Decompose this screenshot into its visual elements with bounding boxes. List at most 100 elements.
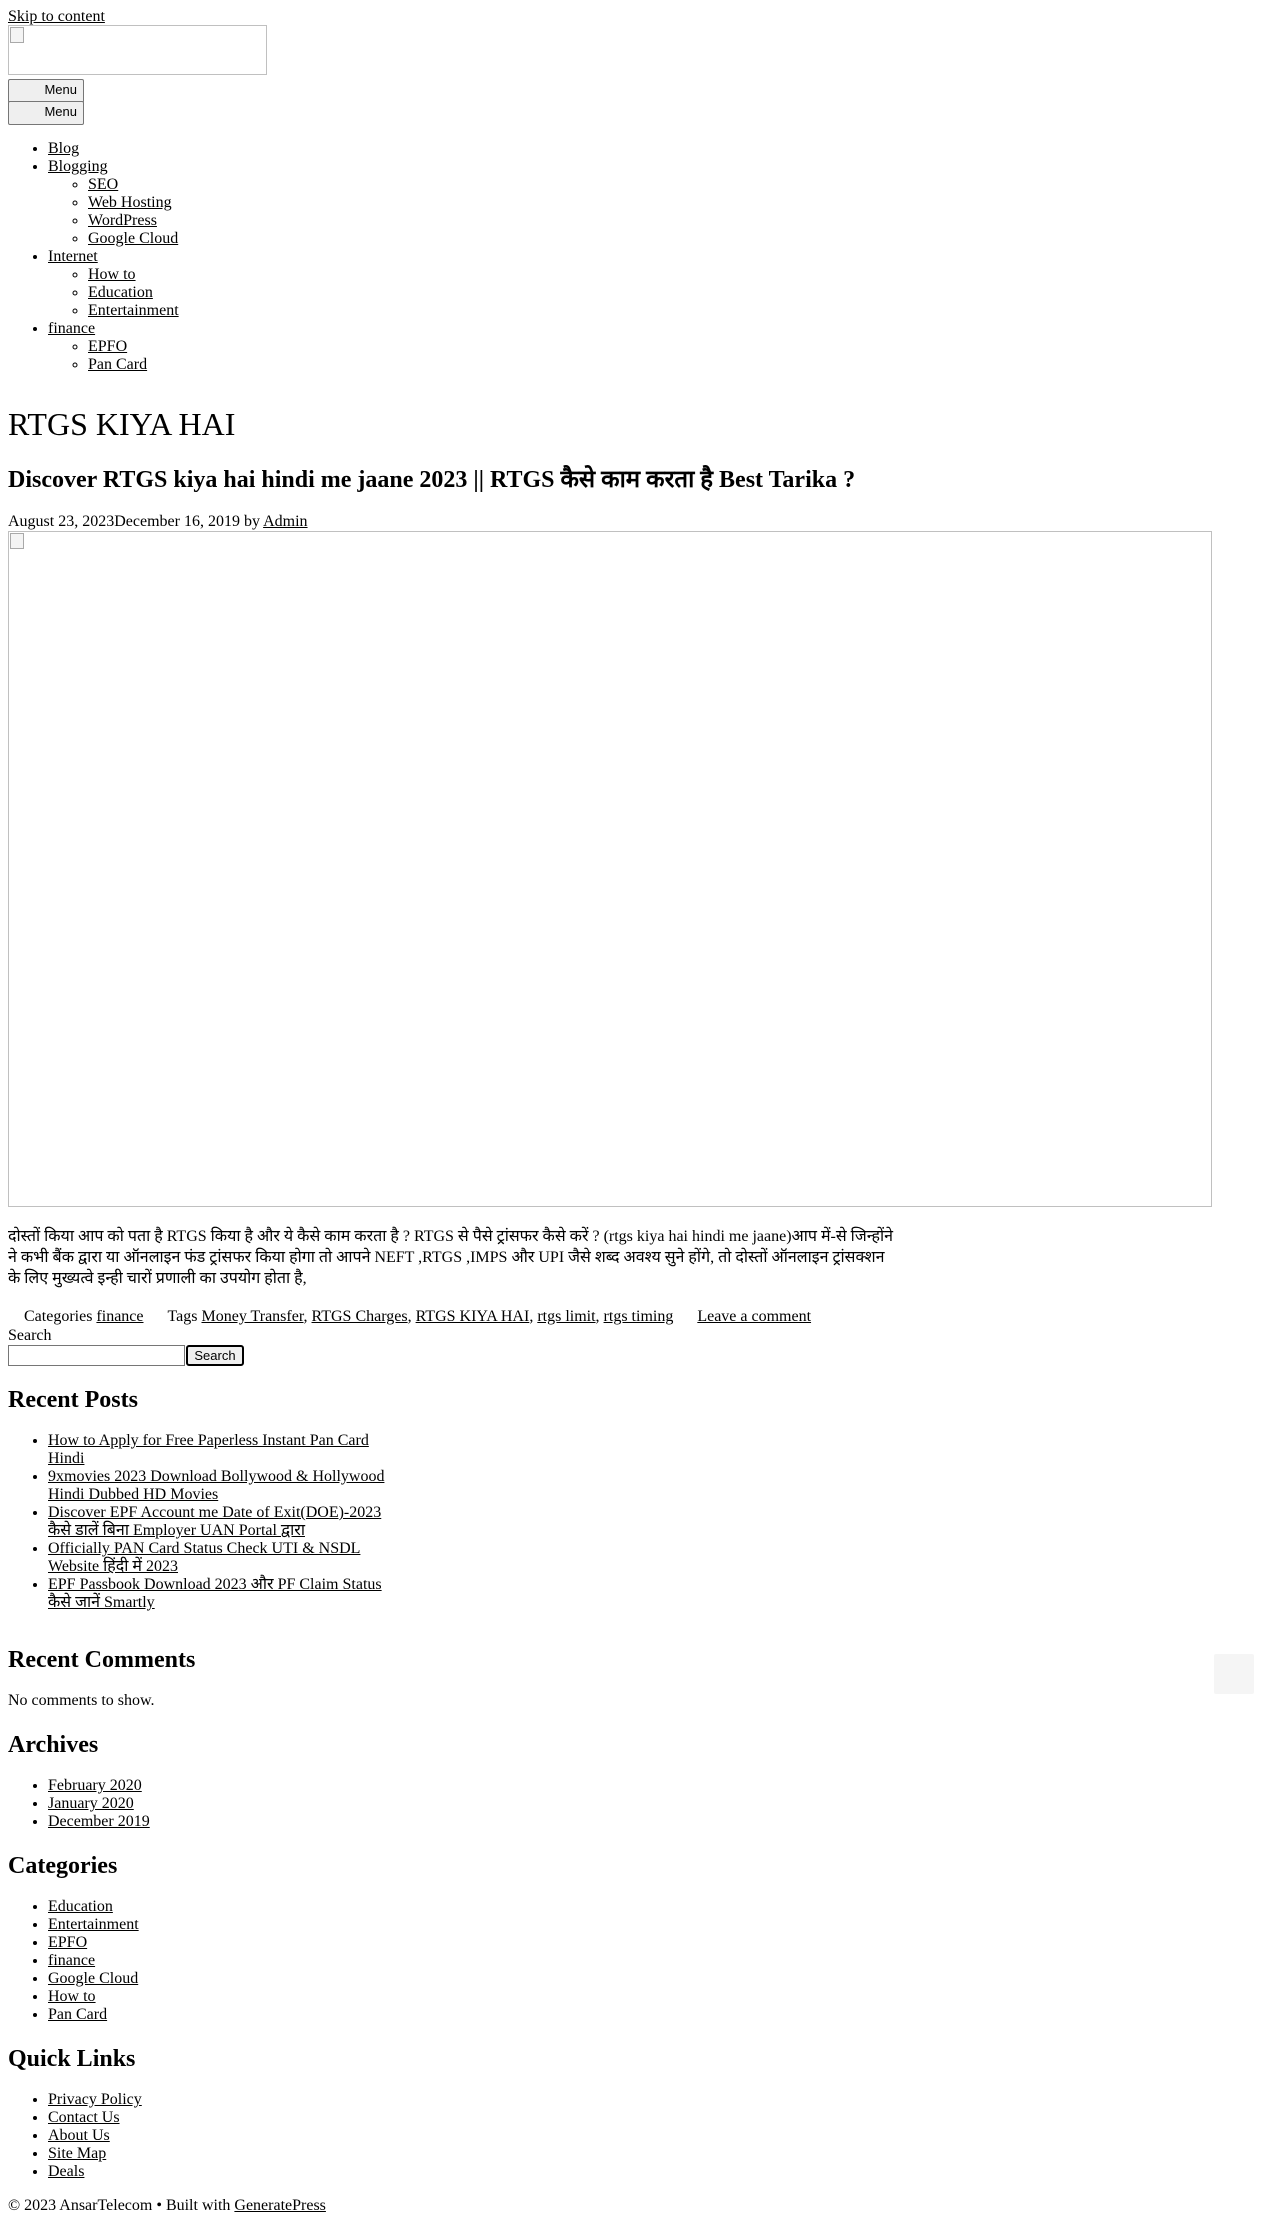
quick-link[interactable]: Site Map bbox=[48, 2145, 106, 2162]
recent-post-link[interactable]: 9xmovies 2023 Download Bollywood & Holly… bbox=[48, 1468, 393, 1504]
site-footer: © 2023 AnsarTelecom • Built with Generat… bbox=[8, 2197, 326, 2215]
list-item: 9xmovies 2023 Download Bollywood & Holly… bbox=[48, 1468, 393, 1504]
quick-link[interactable]: Contact Us bbox=[48, 2109, 120, 2126]
submenu-internet: How to Education Entertainment bbox=[48, 266, 179, 320]
back-to-top-button[interactable] bbox=[1214, 1654, 1254, 1694]
skip-to-content-link[interactable]: Skip to content bbox=[8, 8, 105, 26]
nav-link-seo[interactable]: SEO bbox=[88, 176, 118, 193]
recent-post-link[interactable]: Discover EPF Account me Date of Exit(DOE… bbox=[48, 1504, 393, 1540]
archive-link[interactable]: February 2020 bbox=[48, 1777, 142, 1794]
nav-item-google-cloud: Google Cloud bbox=[88, 230, 179, 248]
nav-link-google-cloud[interactable]: Google Cloud bbox=[88, 230, 178, 247]
nav-link-how-to[interactable]: How to bbox=[88, 266, 136, 283]
nav-item-pan-card: Pan Card bbox=[88, 356, 179, 374]
archive-link[interactable]: December 2019 bbox=[48, 1813, 150, 1830]
list-item: Entertainment bbox=[48, 1916, 139, 1934]
nav-link-entertainment[interactable]: Entertainment bbox=[88, 302, 179, 319]
list-item: About Us bbox=[48, 2127, 142, 2145]
archives-list: February 2020 January 2020 December 2019 bbox=[8, 1777, 150, 1831]
search-input[interactable] bbox=[8, 1345, 185, 1366]
nav-link-web-hosting[interactable]: Web Hosting bbox=[88, 194, 172, 211]
list-item: Education bbox=[48, 1898, 139, 1916]
nav-link-internet[interactable]: Internet bbox=[48, 248, 98, 265]
nav-link-finance[interactable]: finance bbox=[48, 320, 95, 337]
list-item: Officially PAN Card Status Check UTI & N… bbox=[48, 1540, 393, 1576]
list-item: February 2020 bbox=[48, 1777, 150, 1795]
nav-item-wordpress: WordPress bbox=[88, 212, 179, 230]
archive-title: RTGS KIYA HAI bbox=[8, 406, 236, 442]
tags-label: Tags bbox=[167, 1308, 198, 1325]
nav-item-finance: finance EPFO Pan Card bbox=[48, 320, 179, 374]
tag-link[interactable]: rtgs timing bbox=[604, 1308, 674, 1325]
recent-post-link[interactable]: How to Apply for Free Paperless Instant … bbox=[48, 1432, 393, 1468]
post-author-link[interactable]: Admin bbox=[263, 513, 307, 530]
nav-item-how-to: How to bbox=[88, 266, 179, 284]
category-link[interactable]: Google Cloud bbox=[48, 1970, 138, 1987]
list-item: Google Cloud bbox=[48, 1970, 139, 1988]
list-item: finance bbox=[48, 1952, 139, 1970]
nav-item-seo: SEO bbox=[88, 176, 179, 194]
featured-image[interactable] bbox=[8, 531, 1212, 1207]
recent-post-link[interactable]: EPF Passbook Download 2023 और PF Claim S… bbox=[48, 1576, 393, 1612]
categories-label: Categories bbox=[24, 1308, 93, 1325]
nav-link-education[interactable]: Education bbox=[88, 284, 153, 301]
category-link[interactable]: How to bbox=[48, 1988, 96, 2005]
search-button[interactable]: Search bbox=[186, 1345, 244, 1366]
archives-title: Archives bbox=[8, 1732, 99, 1758]
recent-post-link[interactable]: Officially PAN Card Status Check UTI & N… bbox=[48, 1540, 393, 1576]
post-title: Discover RTGS kiya hai hindi me jaane 20… bbox=[8, 462, 855, 498]
category-link[interactable]: finance bbox=[48, 1952, 95, 1969]
category-link-finance[interactable]: finance bbox=[96, 1308, 143, 1325]
no-comments-text: No comments to show. bbox=[8, 1692, 155, 1709]
categories-title: Categories bbox=[8, 1853, 118, 1879]
list-item: Deals bbox=[48, 2163, 142, 2181]
nav-link-epfo[interactable]: EPFO bbox=[88, 338, 127, 355]
recent-posts-title: Recent Posts bbox=[8, 1387, 138, 1413]
list-item: How to bbox=[48, 1988, 139, 2006]
search-label: Search bbox=[8, 1327, 52, 1344]
tag-link[interactable]: RTGS Charges bbox=[312, 1308, 408, 1325]
nav-link-wordpress[interactable]: WordPress bbox=[88, 212, 157, 229]
list-item: January 2020 bbox=[48, 1795, 150, 1813]
nav-item-entertainment: Entertainment bbox=[88, 302, 179, 320]
list-item: December 2019 bbox=[48, 1813, 150, 1831]
footer-builder-link[interactable]: GeneratePress bbox=[234, 2197, 326, 2214]
menu-toggle-button[interactable]: Menu bbox=[8, 79, 84, 103]
nav-menu: Blog Blogging SEO Web Hosting WordPress … bbox=[8, 140, 179, 374]
leave-comment-link[interactable]: Leave a comment bbox=[697, 1308, 811, 1325]
category-link[interactable]: EPFO bbox=[48, 1934, 87, 1951]
quick-link[interactable]: Deals bbox=[48, 2163, 84, 2180]
menu-toggle-button-secondary[interactable]: Menu bbox=[8, 101, 84, 125]
nav-item-blogging: Blogging SEO Web Hosting WordPress Googl… bbox=[48, 158, 179, 248]
quick-links-title: Quick Links bbox=[8, 2046, 136, 2072]
list-item: Pan Card bbox=[48, 2006, 139, 2024]
quick-link[interactable]: Privacy Policy bbox=[48, 2091, 142, 2108]
broken-image-icon bbox=[10, 27, 24, 43]
tag-link[interactable]: Money Transfer bbox=[201, 1308, 303, 1325]
menu-toggle-label: Menu bbox=[44, 104, 77, 119]
category-link[interactable]: Entertainment bbox=[48, 1916, 139, 1933]
post-date-link[interactable]: August 23, 2023December 16, 2019 bbox=[8, 513, 240, 530]
tag-link[interactable]: rtgs limit bbox=[537, 1308, 595, 1325]
quick-link[interactable]: About Us bbox=[48, 2127, 110, 2144]
submenu-finance: EPFO Pan Card bbox=[48, 338, 179, 374]
post-date-updated: December 16, 2019 bbox=[114, 513, 240, 530]
post-by-label: by bbox=[243, 513, 260, 530]
post-meta: August 23, 2023December 16, 2019 by Admi… bbox=[8, 513, 308, 531]
post-footer-meta: Categories finance Tags Money Transfer, … bbox=[24, 1308, 812, 1325]
list-item: Privacy Policy bbox=[48, 2091, 142, 2109]
tag-link[interactable]: RTGS KIYA HAI bbox=[416, 1308, 530, 1325]
category-link[interactable]: Education bbox=[48, 1898, 113, 1915]
nav-link-pan-card[interactable]: Pan Card bbox=[88, 356, 147, 373]
list-item: How to Apply for Free Paperless Instant … bbox=[48, 1432, 393, 1468]
menu-toggle-label: Menu bbox=[44, 82, 77, 97]
nav-link-blogging[interactable]: Blogging bbox=[48, 158, 108, 175]
site-logo[interactable] bbox=[8, 25, 267, 75]
category-link[interactable]: Pan Card bbox=[48, 2006, 107, 2023]
list-item: EPFO bbox=[48, 1934, 139, 1952]
primary-navigation: Blog Blogging SEO Web Hosting WordPress … bbox=[8, 140, 179, 374]
nav-link-blog[interactable]: Blog bbox=[48, 140, 79, 157]
quick-links-list: Privacy Policy Contact Us About Us Site … bbox=[8, 2091, 142, 2181]
post-title-link[interactable]: Discover RTGS kiya hai hindi me jaane 20… bbox=[8, 467, 855, 493]
archive-link[interactable]: January 2020 bbox=[48, 1795, 134, 1812]
